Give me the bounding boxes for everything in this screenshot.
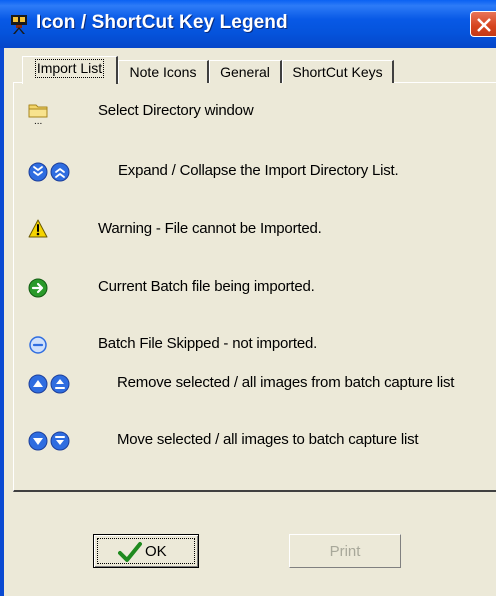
legend-label: Batch File Skipped - not imported. (98, 335, 318, 352)
tab-label: ShortCut Keys (292, 64, 383, 80)
legend-label: Select Directory window (98, 102, 254, 119)
legend-row: Remove selected / all images from batch … (14, 369, 484, 399)
checkmark-icon (118, 541, 142, 568)
tab-label: Note Icons (129, 64, 197, 80)
legend-label: Move selected / all images to batch capt… (117, 431, 419, 448)
window-frame-left (0, 48, 4, 596)
tab-import-list[interactable]: Import List (22, 56, 118, 84)
print-label: Print (329, 543, 361, 560)
print-button[interactable]: Print (289, 534, 401, 568)
close-icon (477, 18, 491, 32)
legend-icons (28, 431, 70, 451)
legend-icons (29, 336, 47, 354)
tab-note-icons[interactable]: Note Icons (118, 60, 209, 83)
tab-shortcut-keys[interactable]: ShortCut Keys (282, 60, 394, 83)
legend-icons (28, 219, 48, 238)
legend-label: Expand / Collapse the Import Directory L… (118, 162, 399, 179)
ok-label: OK (145, 543, 167, 560)
tab-panel-import-list: ... Select Directory window Expand / Colla… (13, 82, 496, 492)
warning-icon (28, 219, 48, 238)
legend-icons: ... (28, 104, 48, 127)
tab-general[interactable]: General (209, 60, 282, 83)
legend-row: ... Select Directory window (14, 97, 484, 127)
legend-row: Move selected / all images to batch capt… (14, 426, 484, 456)
legend-label: Current Batch file being imported. (98, 278, 315, 295)
legend-row: Current Batch file being imported. (14, 273, 484, 303)
legend-row: Batch File Skipped - not imported. (14, 330, 484, 360)
title-bar[interactable]: Icon / ShortCut Key Legend (0, 0, 496, 48)
tab-label: Import List (34, 59, 105, 78)
legend-icons (28, 278, 48, 298)
remove-selected-icon (28, 374, 48, 394)
folder-icon: ... (28, 104, 48, 127)
close-button[interactable] (470, 11, 496, 37)
expand-icon (28, 162, 48, 182)
ok-button[interactable]: OK (93, 534, 199, 568)
remove-all-icon (50, 374, 70, 394)
move-all-icon (50, 431, 70, 451)
legend-icons (28, 374, 70, 394)
legend-icons (28, 162, 70, 182)
svg-text:...: ... (34, 116, 42, 127)
legend-label: Warning - File cannot be Imported. (98, 220, 322, 237)
current-batch-arrow-icon (28, 278, 48, 298)
window-title: Icon / ShortCut Key Legend (36, 12, 288, 33)
legend-label: Remove selected / all images from batch … (117, 374, 455, 391)
move-selected-icon (28, 431, 48, 451)
legend-row: Expand / Collapse the Import Directory L… (14, 157, 484, 187)
legend-row: Warning - File cannot be Imported. (14, 215, 484, 245)
skipped-minus-icon (29, 336, 47, 354)
film-camera-icon (8, 13, 30, 35)
tab-label: General (220, 64, 270, 80)
legend-dialog: Icon / ShortCut Key Legend ... Select Dir… (0, 0, 496, 596)
collapse-icon (50, 162, 70, 182)
